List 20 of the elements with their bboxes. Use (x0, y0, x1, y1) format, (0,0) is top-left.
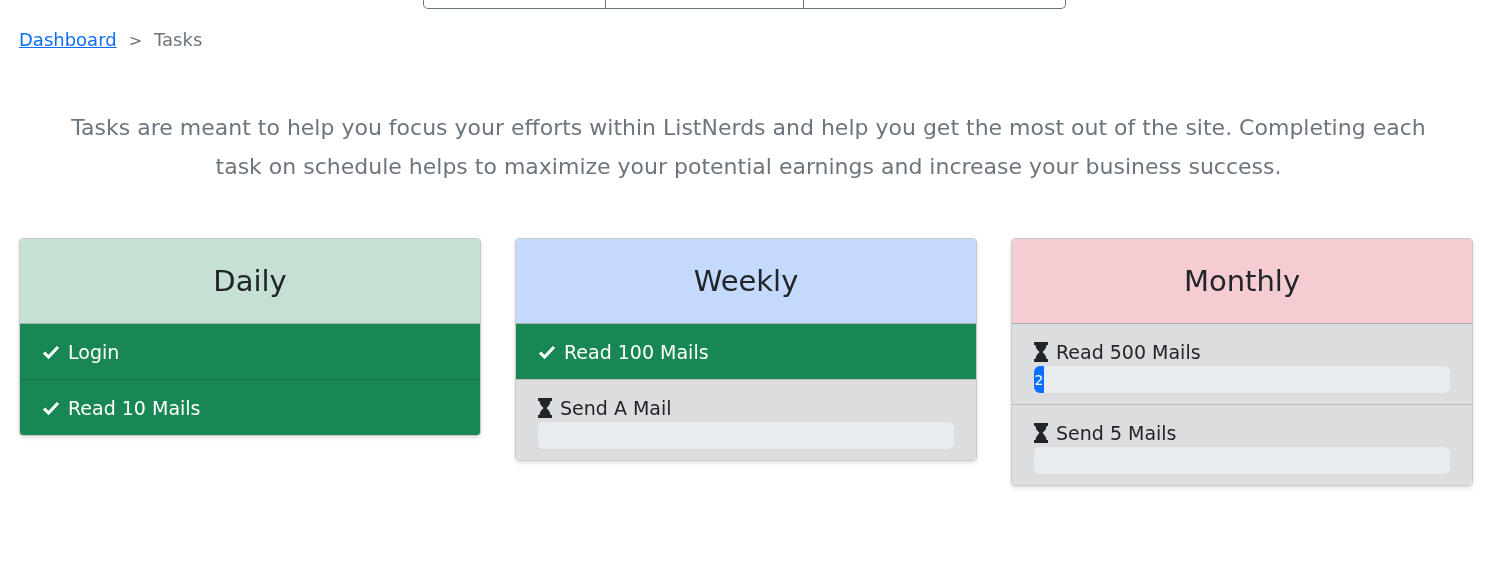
hourglass-icon (1034, 342, 1048, 362)
card-title: Weekly (693, 264, 799, 298)
task-label: Read 100 Mails (564, 340, 709, 363)
breadcrumb-link[interactable]: Dashboard (19, 29, 117, 50)
task-label: Read 500 Mails (1056, 341, 1201, 363)
card-title: Daily (213, 264, 287, 298)
breadcrumb-current: Tasks (154, 29, 203, 50)
check-icon (42, 343, 60, 360)
breadcrumb-separator: > (128, 31, 143, 50)
card-title: Monthly (1183, 264, 1301, 298)
hourglass-icon (1034, 423, 1048, 443)
intro-text: Tasks are meant to help you focus your efforts within ListNerds and help you get the most out of the site. Completing each task on schedule helps to maximize your potential earnings and increase your business success. (70, 114, 1427, 181)
task-label: Send A Mail (560, 397, 672, 419)
progress-fill: 2 (1034, 366, 1044, 393)
check-icon (42, 399, 60, 416)
task-label: Read 10 Mails (68, 396, 201, 419)
task-label: Send 5 Mails (1056, 422, 1177, 444)
hourglass-icon (538, 398, 552, 418)
task-label: Login (68, 340, 120, 363)
check-icon (538, 343, 556, 360)
